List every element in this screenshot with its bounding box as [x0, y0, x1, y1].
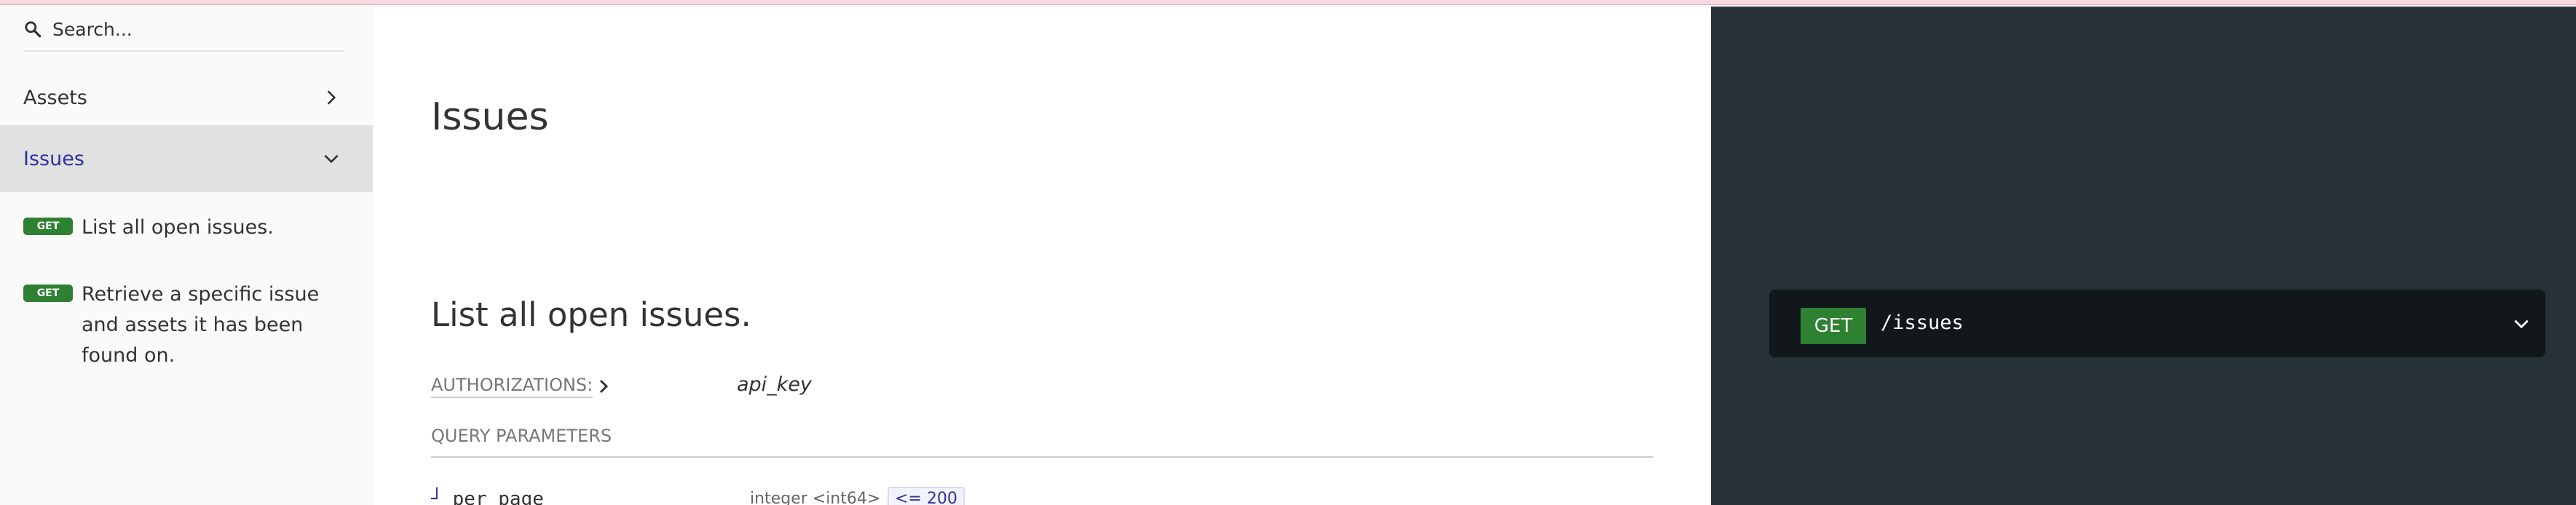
- param-type: integer <int64>: [750, 490, 881, 505]
- endpoint-dropdown[interactable]: GET /issues: [1769, 290, 2545, 357]
- sidebar-item-label: Assets: [23, 86, 87, 109]
- main-content: Issues List all open issues. AUTHORIZATI…: [373, 7, 1711, 505]
- param-name-label: per_page: [452, 488, 544, 505]
- chevron-down-icon: [324, 154, 339, 164]
- param-name: ┘ per_page: [431, 488, 544, 505]
- operation-label: Retrieve a specific issue and assets it …: [82, 283, 320, 367]
- top-border: [0, 0, 2576, 5]
- chevron-down-icon: [2514, 319, 2529, 329]
- tree-connector-icon: ┘: [431, 488, 443, 505]
- sidebar: Assets Issues GET List all open issues. …: [0, 7, 373, 505]
- endpoint-path: /issues: [1881, 311, 1964, 334]
- section-title: Issues: [431, 95, 549, 139]
- sidebar-item-label: Issues: [23, 147, 84, 170]
- search-icon: [25, 21, 42, 38]
- http-method-badge: GET: [1801, 308, 1866, 344]
- sidebar-item-issues[interactable]: Issues: [0, 125, 373, 192]
- chevron-right-icon[interactable]: [595, 378, 612, 395]
- sidebar-item-assets[interactable]: Assets: [0, 64, 373, 131]
- operation-label: List all open issues.: [82, 216, 274, 239]
- sidebar-operation-retrieve-issue[interactable]: GET Retrieve a specific issue and assets…: [23, 279, 358, 371]
- query-parameters-header: QUERY PARAMETERS: [431, 426, 1653, 458]
- operation-title: List all open issues.: [431, 295, 751, 334]
- param-constraint: <= 200: [888, 487, 965, 505]
- get-method-badge: GET: [23, 285, 73, 302]
- search-bar: [23, 7, 344, 52]
- search-input[interactable]: [52, 15, 336, 43]
- get-method-badge: GET: [23, 218, 73, 235]
- right-panel: GET /issues: [1711, 7, 2576, 505]
- authorization-value: api_key: [737, 373, 812, 396]
- sidebar-operation-list-issues[interactable]: GET List all open issues.: [23, 212, 358, 243]
- chevron-right-icon: [327, 90, 336, 105]
- authorizations-label[interactable]: AUTHORIZATIONS:: [431, 375, 593, 398]
